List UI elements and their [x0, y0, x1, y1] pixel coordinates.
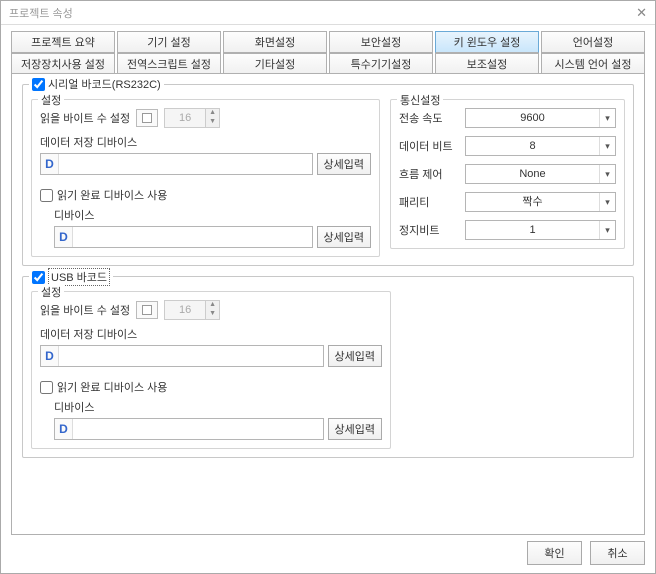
- serial-bytes-toggle[interactable]: [136, 109, 158, 127]
- comm-legend: 통신설정: [397, 92, 443, 108]
- spinner-up-icon[interactable]: ▲: [206, 109, 219, 118]
- usb-readdone-checkbox[interactable]: [40, 381, 53, 394]
- serial-bytes-spinner[interactable]: ▲▼: [164, 108, 220, 128]
- serial-device-field[interactable]: D: [54, 226, 313, 248]
- tab-special-device-setting[interactable]: 특수기기설정: [329, 53, 433, 74]
- usb-device-prefix: D: [55, 419, 73, 439]
- tab-language-setting[interactable]: 언어설정: [541, 31, 645, 53]
- tab-project-summary[interactable]: 프로젝트 요약: [11, 31, 115, 53]
- serial-readdone-checkbox[interactable]: [40, 189, 53, 202]
- baud-select[interactable]: 9600 ▾: [465, 108, 616, 128]
- chevron-down-icon: ▾: [599, 109, 615, 127]
- chevron-down-icon: ▾: [599, 193, 615, 211]
- content-area: 프로젝트 요약 기기 설정 화면설정 보안설정 키 윈도우 설정 언어설정 저장…: [1, 25, 655, 573]
- serial-device-detail-button[interactable]: 상세입력: [317, 226, 371, 248]
- usb-device-field[interactable]: D: [54, 418, 324, 440]
- window-title: 프로젝트 속성: [9, 5, 73, 21]
- usb-enable-checkbox[interactable]: [32, 271, 45, 284]
- tab-row-1: 프로젝트 요약 기기 설정 화면설정 보안설정 키 윈도우 설정 언어설정: [11, 31, 645, 53]
- usb-readdone-label: 읽기 완료 디바이스 사용: [57, 379, 167, 395]
- tabs: 프로젝트 요약 기기 설정 화면설정 보안설정 키 윈도우 설정 언어설정 저장…: [11, 31, 645, 74]
- tab-device-setting[interactable]: 기기 설정: [117, 31, 221, 53]
- parity-select[interactable]: 짝수 ▾: [465, 192, 616, 212]
- serial-bytes-label: 읽을 바이트 수 설정: [40, 110, 130, 126]
- tab-etc-setting[interactable]: 기타설정: [223, 53, 327, 74]
- tab-key-window-setting[interactable]: 키 윈도우 설정: [435, 31, 539, 53]
- chevron-down-icon: ▾: [599, 165, 615, 183]
- chevron-down-icon: ▾: [599, 137, 615, 155]
- serial-readdone-label: 읽기 완료 디바이스 사용: [57, 187, 167, 203]
- databit-value: 8: [466, 137, 599, 155]
- dialog-footer: 확인 취소: [11, 535, 645, 565]
- databit-select[interactable]: 8 ▾: [465, 136, 616, 156]
- serial-storage-detail-button[interactable]: 상세입력: [317, 153, 371, 175]
- usb-bytes-spinner[interactable]: ▲▼: [164, 300, 220, 320]
- baud-value: 9600: [466, 109, 599, 127]
- tab-system-language-setting[interactable]: 시스템 언어 설정: [541, 53, 645, 74]
- usb-storage-input[interactable]: [59, 346, 323, 366]
- parity-value: 짝수: [466, 193, 599, 211]
- stopbit-label: 정지비트: [399, 222, 459, 238]
- flow-value: None: [466, 165, 599, 183]
- flow-label: 흐름 제어: [399, 166, 459, 182]
- usb-bytes-toggle[interactable]: [136, 301, 158, 319]
- dialog-window: 프로젝트 속성 ✕ 프로젝트 요약 기기 설정 화면설정 보안설정 키 윈도우 …: [0, 0, 656, 574]
- spinner-down-icon[interactable]: ▼: [206, 118, 219, 127]
- usb-device-input[interactable]: [73, 419, 323, 439]
- serial-device-prefix: D: [55, 227, 73, 247]
- spinner-up-icon[interactable]: ▲: [206, 301, 219, 310]
- serial-bytes-input[interactable]: [164, 108, 206, 128]
- serial-barcode-group: 시리얼 바코드(RS232C) 설정 읽을 바이트 수 설정 ▲▼: [22, 84, 634, 266]
- baud-label: 전송 속도: [399, 110, 459, 126]
- serial-settings-group: 설정 읽을 바이트 수 설정 ▲▼ 데이터 저장 디바이스: [31, 99, 380, 257]
- tab-panel: 시리얼 바코드(RS232C) 설정 읽을 바이트 수 설정 ▲▼: [11, 73, 645, 535]
- usb-storage-detail-button[interactable]: 상세입력: [328, 345, 382, 367]
- flow-select[interactable]: None ▾: [465, 164, 616, 184]
- usb-bytes-input[interactable]: [164, 300, 206, 320]
- tab-row-2: 저장장치사용 설정 전역스크립트 설정 기타설정 특수기기설정 보조설정 시스템…: [11, 53, 645, 74]
- ok-button[interactable]: 확인: [527, 541, 582, 565]
- serial-device-label: 디바이스: [54, 207, 371, 223]
- serial-enable-checkbox[interactable]: [32, 78, 45, 91]
- cancel-button[interactable]: 취소: [590, 541, 645, 565]
- stopbit-select[interactable]: 1 ▾: [465, 220, 616, 240]
- usb-settings-group: 설정 읽을 바이트 수 설정 ▲▼ 데이터 저장 디바이스 D: [31, 291, 391, 449]
- usb-barcode-group: USB 바코드 설정 읽을 바이트 수 설정 ▲▼ 데이터 저장 디바이스: [22, 276, 634, 458]
- serial-storage-prefix: D: [41, 154, 59, 174]
- spinner-down-icon[interactable]: ▼: [206, 310, 219, 319]
- usb-device-label: 디바이스: [54, 399, 382, 415]
- close-icon[interactable]: ✕: [636, 5, 647, 21]
- serial-settings-legend: 설정: [38, 92, 64, 108]
- usb-settings-legend: 설정: [38, 284, 64, 300]
- usb-device-detail-button[interactable]: 상세입력: [328, 418, 382, 440]
- parity-label: 패리티: [399, 194, 459, 210]
- serial-storage-label: 데이터 저장 디바이스: [40, 134, 371, 150]
- serial-storage-input[interactable]: [59, 154, 312, 174]
- serial-barcode-legend: 시리얼 바코드(RS232C): [29, 76, 164, 92]
- usb-bytes-label: 읽을 바이트 수 설정: [40, 302, 130, 318]
- usb-storage-label: 데이터 저장 디바이스: [40, 326, 382, 342]
- tab-screen-setting[interactable]: 화면설정: [223, 31, 327, 53]
- stopbit-value: 1: [466, 221, 599, 239]
- databit-label: 데이터 비트: [399, 138, 459, 154]
- usb-storage-device[interactable]: D: [40, 345, 324, 367]
- chevron-down-icon: ▾: [599, 221, 615, 239]
- tab-security-setting[interactable]: 보안설정: [329, 31, 433, 53]
- titlebar: 프로젝트 속성 ✕: [1, 1, 655, 25]
- tab-aux-setting[interactable]: 보조설정: [435, 53, 539, 74]
- usb-storage-prefix: D: [41, 346, 59, 366]
- comm-settings-group: 통신설정 전송 속도 9600 ▾ 데이터 비트: [390, 99, 625, 249]
- tab-global-script-setting[interactable]: 전역스크립트 설정: [117, 53, 221, 74]
- tab-storage-setting[interactable]: 저장장치사용 설정: [11, 53, 115, 74]
- serial-storage-device[interactable]: D: [40, 153, 313, 175]
- serial-barcode-title: 시리얼 바코드(RS232C): [48, 76, 161, 92]
- serial-device-input[interactable]: [73, 227, 312, 247]
